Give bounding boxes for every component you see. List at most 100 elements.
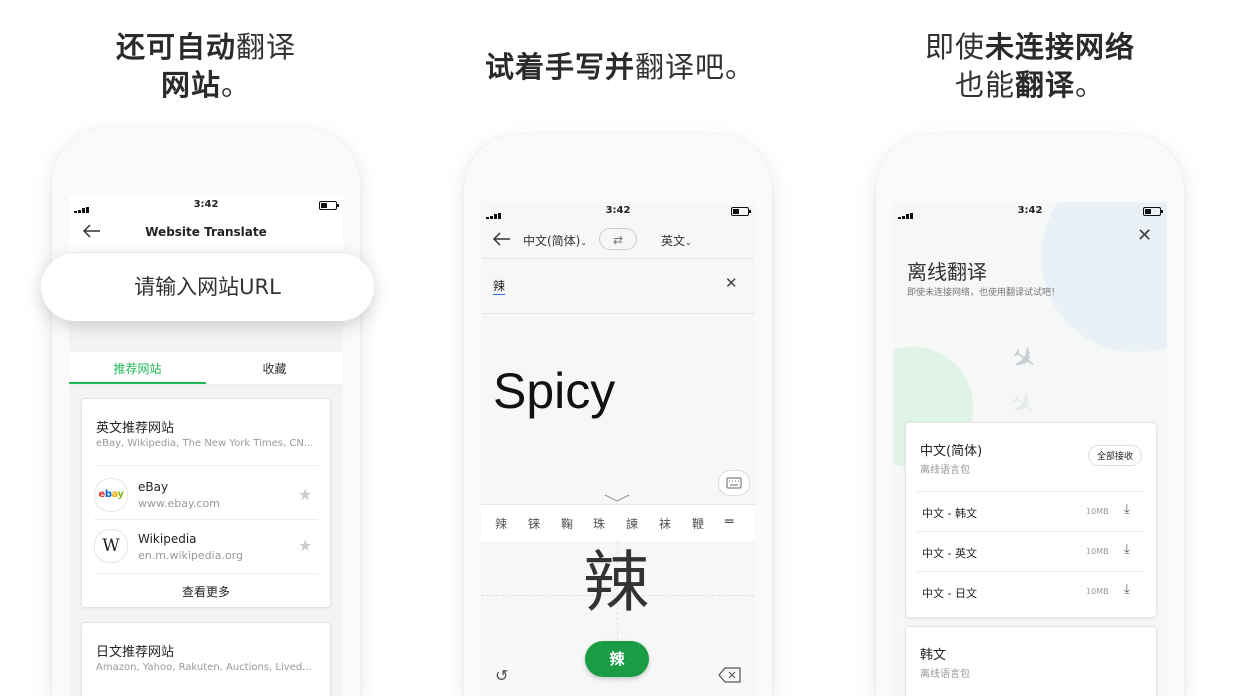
middle-phone: 3:42 中文(简体)⌄ ⇄ 英文⌄ 辣 ✕ Spicy 辣 铼 鞠 珠 諫 袜… bbox=[464, 134, 772, 696]
keyboard-icon[interactable] bbox=[718, 470, 750, 496]
status-bar: 3:42 bbox=[481, 202, 755, 220]
pack-item[interactable]: 中文 - 韩文 10MB ⤓ bbox=[916, 493, 1146, 531]
header: Website Translate bbox=[69, 214, 343, 253]
candidate-2[interactable]: 铼 bbox=[528, 515, 540, 532]
caption-left-line2-tail: 。 bbox=[221, 68, 252, 102]
divider bbox=[94, 573, 318, 574]
confirm-character-button[interactable]: 辣 bbox=[585, 641, 649, 677]
english-sites-card: 英文推荐网站 eBay, Wikipedia, The New York Tim… bbox=[81, 398, 331, 608]
pack-item[interactable]: 中文 - 日文 10MB ⤓ bbox=[916, 573, 1146, 611]
close-icon[interactable]: ✕ bbox=[1137, 225, 1152, 246]
input-area[interactable]: 辣 ✕ bbox=[481, 259, 755, 314]
battery-icon bbox=[319, 201, 339, 210]
site-url: en.m.wikipedia.org bbox=[138, 549, 243, 562]
swap-icon: ⇄ bbox=[612, 233, 624, 247]
left-phone: 3:42 Website Translate 推荐网站 收藏 英文推荐网站 eB… bbox=[52, 128, 360, 696]
caption-left-tail: 翻译 bbox=[236, 30, 297, 64]
source-language-label: 中文(简体) bbox=[523, 234, 581, 248]
candidate-bar: 辣 铼 鞠 珠 諫 袜 鞭 ═ bbox=[481, 504, 755, 542]
pack-item-label: 中文 - 韩文 bbox=[922, 507, 977, 520]
handwriting-pad[interactable]: 辣 ↺ 辣 bbox=[481, 541, 755, 696]
download-icon[interactable]: ⤓ bbox=[1124, 502, 1130, 517]
caption-left-bold: 还可自动 bbox=[115, 30, 236, 64]
right-screen: 3:42 ✕ 离线翻译 即使未连接网络，也使用翻译试试吧！ ✈ ✈ 中文(简体)… bbox=[893, 202, 1167, 696]
chevron-down-icon: ⌄ bbox=[580, 238, 588, 247]
tab-bar: 推荐网站 收藏 bbox=[69, 352, 343, 385]
download-icon[interactable]: ⤓ bbox=[1124, 542, 1130, 557]
handwritten-character: 辣 bbox=[583, 544, 649, 621]
clear-icon[interactable]: ✕ bbox=[725, 274, 738, 292]
candidate-4[interactable]: 珠 bbox=[593, 515, 605, 532]
input-text: 辣 bbox=[493, 279, 506, 295]
site-item-wikipedia[interactable]: W Wikipedia en.m.wikipedia.org ★ bbox=[94, 523, 318, 571]
site-url: www.ebay.com bbox=[138, 497, 220, 510]
status-bar: 3:42 bbox=[69, 196, 343, 214]
page-subtitle: 即使未连接网络，也使用翻译试试吧！ bbox=[907, 288, 1061, 298]
back-arrow-icon[interactable] bbox=[493, 232, 511, 246]
divider bbox=[916, 531, 1146, 532]
pack-sub: 离线语言包 bbox=[920, 669, 970, 680]
candidate-1[interactable]: 辣 bbox=[495, 515, 507, 532]
pack-item-label: 中文 - 日文 bbox=[922, 587, 977, 600]
card-subtitle: eBay, Wikipedia, The New York Times, CN.… bbox=[96, 438, 314, 449]
caption-right: 即使未连接网络 也能翻译。 bbox=[905, 28, 1155, 104]
pack-name: 韩文 bbox=[920, 648, 947, 663]
divider bbox=[94, 519, 318, 520]
pack-item-size: 10MB bbox=[1086, 587, 1109, 596]
japanese-sites-card: 日文推荐网站 Amazon, Yahoo, Rakuten, Auctions,… bbox=[81, 622, 331, 696]
chinese-offline-pack-card: 中文(简体) 离线语言包 全部接收 中文 - 韩文 10MB ⤓ 中文 - 英文… bbox=[905, 422, 1157, 618]
download-icon[interactable]: ⤓ bbox=[1124, 582, 1130, 597]
view-more-button[interactable]: 查看更多 bbox=[82, 583, 330, 600]
pack-item-label: 中文 - 英文 bbox=[922, 547, 977, 560]
caption-right-l1-bold: 未连接网络 bbox=[985, 30, 1136, 64]
swap-language-button[interactable]: ⇄ bbox=[599, 228, 637, 250]
tab-recommended[interactable]: 推荐网站 bbox=[69, 352, 206, 384]
caption-right-l1-normal: 即使 bbox=[924, 30, 985, 64]
battery-icon bbox=[731, 207, 751, 216]
more-candidates-icon[interactable]: ═ bbox=[725, 514, 733, 530]
middle-screen: 3:42 中文(简体)⌄ ⇄ 英文⌄ 辣 ✕ Spicy 辣 铼 鞠 珠 諫 袜… bbox=[481, 202, 755, 696]
pack-sub: 离线语言包 bbox=[920, 465, 970, 476]
right-phone: 3:42 ✕ 离线翻译 即使未连接网络，也使用翻译试试吧！ ✈ ✈ 中文(简体)… bbox=[876, 134, 1184, 696]
candidate-7[interactable]: 鞭 bbox=[692, 515, 704, 532]
target-language-label: 英文 bbox=[661, 234, 686, 248]
airplane-shadow-icon: ✈ bbox=[1003, 384, 1042, 425]
wikipedia-logo: W bbox=[94, 529, 128, 563]
download-all-button[interactable]: 全部接收 bbox=[1088, 445, 1143, 466]
candidate-6[interactable]: 袜 bbox=[659, 515, 671, 532]
pack-name: 中文(简体) bbox=[920, 444, 983, 459]
airplane-icon: ✈ bbox=[1003, 337, 1044, 382]
pack-item[interactable]: 中文 - 英文 10MB ⤓ bbox=[916, 533, 1146, 571]
backspace-icon[interactable] bbox=[718, 667, 742, 687]
site-item-ebay[interactable]: ebay eBay www.ebay.com ★ bbox=[94, 471, 318, 519]
page-title: Website Translate bbox=[145, 225, 267, 239]
candidate-5[interactable]: 諫 bbox=[626, 515, 638, 532]
caption-right-l2-bold: 翻译 bbox=[1014, 68, 1075, 102]
tab-favorites-label: 收藏 bbox=[262, 362, 287, 376]
divider bbox=[916, 491, 1146, 492]
candidate-3[interactable]: 鞠 bbox=[561, 515, 573, 532]
status-time: 3:42 bbox=[1017, 205, 1043, 216]
caption-left: 还可自动翻译 网站。 bbox=[90, 28, 322, 104]
status-time: 3:42 bbox=[605, 205, 631, 216]
card-title: 日文推荐网站 bbox=[96, 645, 175, 660]
target-language-select[interactable]: 英文⌄ bbox=[661, 232, 692, 249]
status-bar: 3:42 bbox=[893, 202, 1167, 220]
url-input-placeholder: 请输入网站URL bbox=[134, 275, 281, 299]
star-icon[interactable]: ★ bbox=[298, 485, 312, 504]
source-language-select[interactable]: 中文(简体)⌄ bbox=[523, 232, 587, 249]
undo-icon[interactable]: ↺ bbox=[495, 666, 508, 685]
caption-left-line2: 网站 bbox=[160, 68, 221, 102]
site-name: eBay bbox=[138, 480, 169, 494]
site-name: Wikipedia bbox=[138, 532, 197, 546]
language-bar: 中文(简体)⌄ ⇄ 英文⌄ bbox=[481, 220, 755, 259]
korean-offline-pack-card: 韩文 离线语言包 bbox=[905, 626, 1157, 696]
url-input[interactable]: 请输入网站URL bbox=[41, 253, 374, 321]
pack-item-size: 10MB bbox=[1086, 547, 1109, 556]
star-icon[interactable]: ★ bbox=[298, 536, 312, 555]
chevron-down-icon: ⌄ bbox=[685, 238, 692, 247]
caption-right-l2-tail: 。 bbox=[1075, 68, 1106, 102]
tab-favorites[interactable]: 收藏 bbox=[206, 352, 343, 382]
caption-middle: 试着手写并翻译吧。 bbox=[470, 48, 770, 86]
caption-middle-bold: 试着手写并 bbox=[484, 50, 635, 84]
